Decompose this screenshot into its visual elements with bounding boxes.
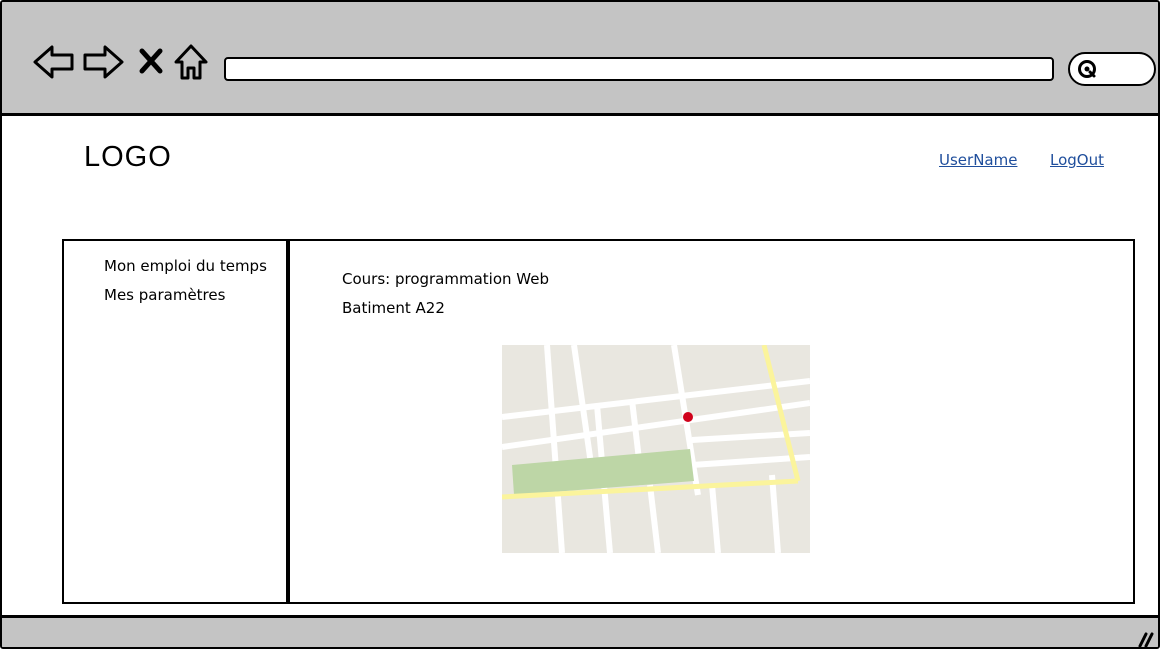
main-content: Cours: programmation Web Batiment A22 — [288, 239, 1135, 604]
search-icon — [1078, 60, 1096, 78]
logo: LOGO — [84, 141, 172, 173]
browser-window: LOGO UserName LogOut Mon emploi du temps… — [0, 0, 1160, 649]
sidebar-item-schedule[interactable]: Mon emploi du temps — [104, 257, 267, 275]
forward-arrow-icon[interactable] — [81, 42, 125, 82]
course-name: Cours: programmation Web — [342, 270, 549, 288]
sidebar: Mon emploi du temps Mes paramètres — [62, 239, 288, 604]
home-icon[interactable] — [172, 42, 210, 82]
back-arrow-icon[interactable] — [32, 42, 76, 82]
browser-toolbar — [2, 2, 1158, 116]
location-marker[interactable] — [683, 412, 693, 422]
building-name: Batiment A22 — [342, 299, 445, 317]
browser-statusbar — [2, 615, 1158, 648]
address-bar[interactable] — [224, 57, 1054, 81]
logout-link[interactable]: LogOut — [1050, 151, 1104, 169]
username-link[interactable]: UserName — [939, 151, 1017, 169]
map-graphic — [502, 345, 810, 553]
close-x-icon[interactable] — [138, 46, 164, 76]
location-map[interactable] — [502, 345, 810, 553]
sidebar-item-settings[interactable]: Mes paramètres — [104, 286, 225, 304]
browser-search-box[interactable] — [1068, 52, 1156, 86]
resize-grip-icon[interactable] — [1134, 628, 1154, 648]
